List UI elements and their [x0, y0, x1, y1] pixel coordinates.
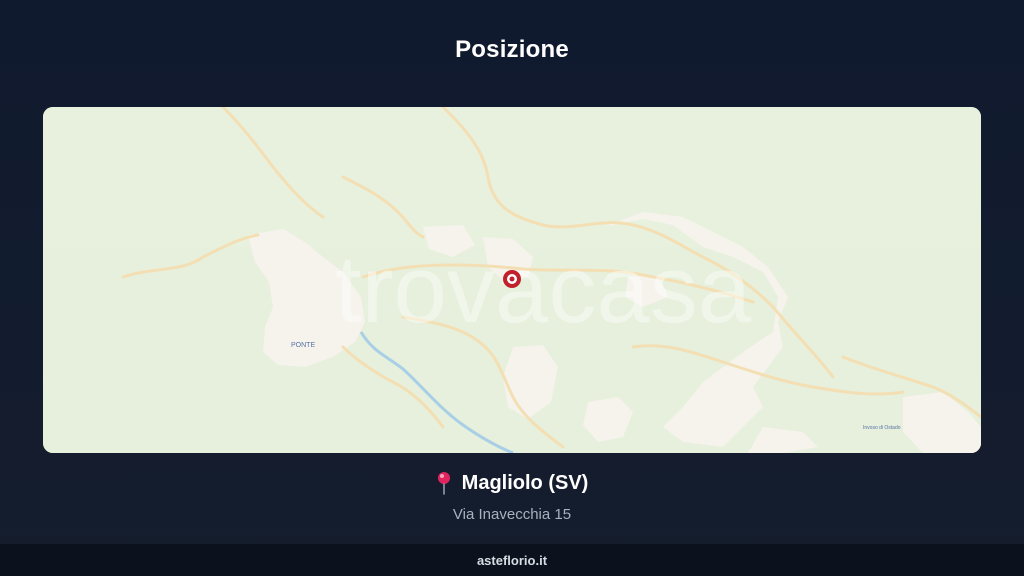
- map-canvas[interactable]: trovacasa PONTE Invoso di Ostado: [43, 107, 981, 453]
- map-label-ponte: PONTE: [291, 342, 315, 349]
- round-pushpin-icon: [437, 472, 450, 495]
- map-label-locality: Invoso di Ostado: [863, 425, 901, 431]
- page-title: Posizione: [455, 36, 569, 63]
- map-watermark: trovacasa: [335, 236, 752, 343]
- city-name: Magliolo (SV): [461, 471, 589, 494]
- location-marker-icon[interactable]: [503, 270, 521, 288]
- map-land-shade: [43, 107, 981, 247]
- location-info: Magliolo (SV) Via Inavecchia 15: [0, 471, 1024, 523]
- street-address: Via Inavecchia 15: [452, 506, 572, 523]
- footer-brand: asteflorio.it: [476, 552, 548, 568]
- footer: asteflorio.it: [0, 544, 1024, 576]
- map[interactable]: trovacasa PONTE Invoso di Ostado: [43, 107, 981, 453]
